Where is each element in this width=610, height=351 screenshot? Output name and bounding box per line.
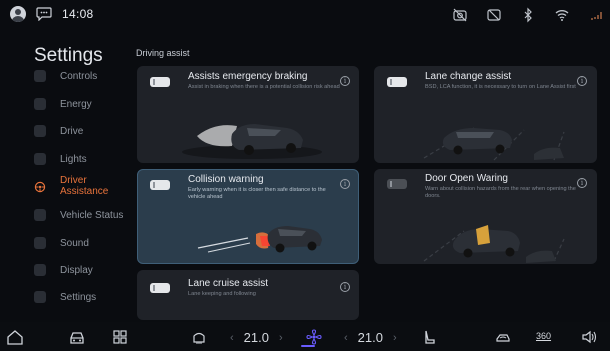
drive-icon xyxy=(34,125,46,137)
info-icon[interactable]: i xyxy=(577,178,587,188)
camera-off-icon xyxy=(453,8,467,22)
temp-down-icon[interactable]: ‹ xyxy=(344,332,348,344)
volume-icon[interactable] xyxy=(580,328,598,351)
message-icon[interactable] xyxy=(36,7,52,21)
door-open-toggle[interactable] xyxy=(387,179,407,189)
emergency-braking-toggle[interactable] xyxy=(150,77,170,87)
sidebar-item-label: Controls xyxy=(60,70,98,82)
car-icon[interactable] xyxy=(68,328,86,351)
right-temp-value: 21.0 xyxy=(357,330,383,345)
info-icon[interactable]: i xyxy=(340,282,350,292)
info-icon[interactable]: i xyxy=(577,76,587,86)
sound-icon xyxy=(34,237,46,249)
card-emergency-braking[interactable]: Assists emergency braking Assist in brak… xyxy=(137,66,359,163)
sidebar-item-energy[interactable]: Energy xyxy=(28,98,128,110)
door-open-illustration xyxy=(423,225,565,263)
card-lane-cruise-assist[interactable]: Lane cruise assist Lane keeping and foll… xyxy=(137,270,359,320)
card-title: Door Open Waring xyxy=(425,173,508,184)
vehicle-status-icon xyxy=(34,209,46,221)
screen-off-icon xyxy=(487,9,501,21)
sidebar-item-vehicle-status[interactable]: Vehicle Status xyxy=(28,209,128,221)
seat-heat-icon[interactable] xyxy=(190,328,208,351)
lane-cruise-toggle[interactable] xyxy=(150,283,170,293)
right-temperature[interactable]: ‹ 21.0 › xyxy=(344,330,397,345)
recirculation-icon[interactable] xyxy=(494,328,512,351)
wifi-icon xyxy=(555,10,569,21)
fan-active-indicator xyxy=(301,345,315,347)
card-title: Assists emergency braking xyxy=(188,71,308,82)
card-description: Lane keeping and following xyxy=(188,291,256,297)
temp-up-icon[interactable]: › xyxy=(279,332,283,344)
card-lane-change-assist[interactable]: Lane change assist BSD, LCA function, it… xyxy=(374,66,597,163)
left-temp-value: 21.0 xyxy=(243,330,269,345)
card-description: Assist in braking when there is a potent… xyxy=(188,84,340,90)
left-temperature[interactable]: ‹ 21.0 › xyxy=(230,330,283,345)
info-icon[interactable]: i xyxy=(340,76,350,86)
lane-change-illustration xyxy=(423,127,565,161)
sidebar-item-label: Energy xyxy=(60,98,92,110)
energy-icon xyxy=(34,98,46,110)
collision-warning-illustration xyxy=(197,226,322,253)
sidebar-item-label: Drive xyxy=(60,125,84,137)
settings-icon xyxy=(34,291,46,303)
sidebar-item-label: Settings xyxy=(60,291,97,303)
sidebar-item-label: Lights xyxy=(60,153,87,165)
steering-wheel-icon xyxy=(34,180,46,193)
card-collision-warning[interactable]: Collision warning Early warning when it … xyxy=(137,169,359,264)
sidebar-item-driver-assistance[interactable]: Driver Assistance xyxy=(28,175,128,197)
card-description: BSD, LCA function, it is necessary to tu… xyxy=(425,84,576,90)
apps-grid-icon[interactable] xyxy=(111,328,129,351)
collision-warning-toggle[interactable] xyxy=(150,180,170,190)
page-title: Settings xyxy=(34,45,103,66)
fan-icon[interactable] xyxy=(305,328,323,351)
camera-360-button[interactable]: 360 xyxy=(536,331,551,341)
sidebar-item-settings[interactable]: Settings xyxy=(28,291,128,303)
card-title: Collision warning xyxy=(188,174,264,185)
card-door-open-warning[interactable]: Door Open Waring Warn about collision ha… xyxy=(374,169,597,264)
car-braking-illustration xyxy=(182,124,322,159)
lane-change-toggle[interactable] xyxy=(387,77,407,87)
display-icon xyxy=(34,264,46,276)
sidebar-item-drive[interactable]: Drive xyxy=(28,125,128,137)
user-avatar-icon[interactable] xyxy=(10,6,26,22)
signal-icon xyxy=(591,12,602,20)
section-label: Driving assist xyxy=(136,48,190,58)
card-description: Warn about collision hazards from the re… xyxy=(425,186,576,199)
info-icon[interactable]: i xyxy=(340,179,350,189)
sidebar-item-sound[interactable]: Sound xyxy=(28,237,128,249)
sidebar-item-label: Sound xyxy=(60,237,89,249)
lights-icon xyxy=(34,153,46,165)
sidebar-item-label: Driver Assistance xyxy=(60,175,109,197)
sidebar-item-display[interactable]: Display xyxy=(28,264,128,276)
seat-icon[interactable] xyxy=(420,328,438,351)
sidebar-item-label: Display xyxy=(60,264,93,276)
bluetooth-icon xyxy=(524,7,532,23)
clock: 14:08 xyxy=(62,7,94,21)
sidebar-item-controls[interactable]: Controls xyxy=(28,70,128,82)
sidebar-item-label: Vehicle Status xyxy=(60,209,124,221)
card-description: Early warning when it is closer then saf… xyxy=(188,187,326,200)
card-title: Lane change assist xyxy=(425,71,512,82)
temp-up-icon[interactable]: › xyxy=(393,332,397,344)
home-icon[interactable] xyxy=(6,328,24,351)
controls-icon xyxy=(34,70,46,82)
temp-down-icon[interactable]: ‹ xyxy=(230,332,234,344)
status-bar: 14:08 xyxy=(0,0,610,30)
sidebar-item-lights[interactable]: Lights xyxy=(28,153,128,165)
card-title: Lane cruise assist xyxy=(188,278,269,289)
